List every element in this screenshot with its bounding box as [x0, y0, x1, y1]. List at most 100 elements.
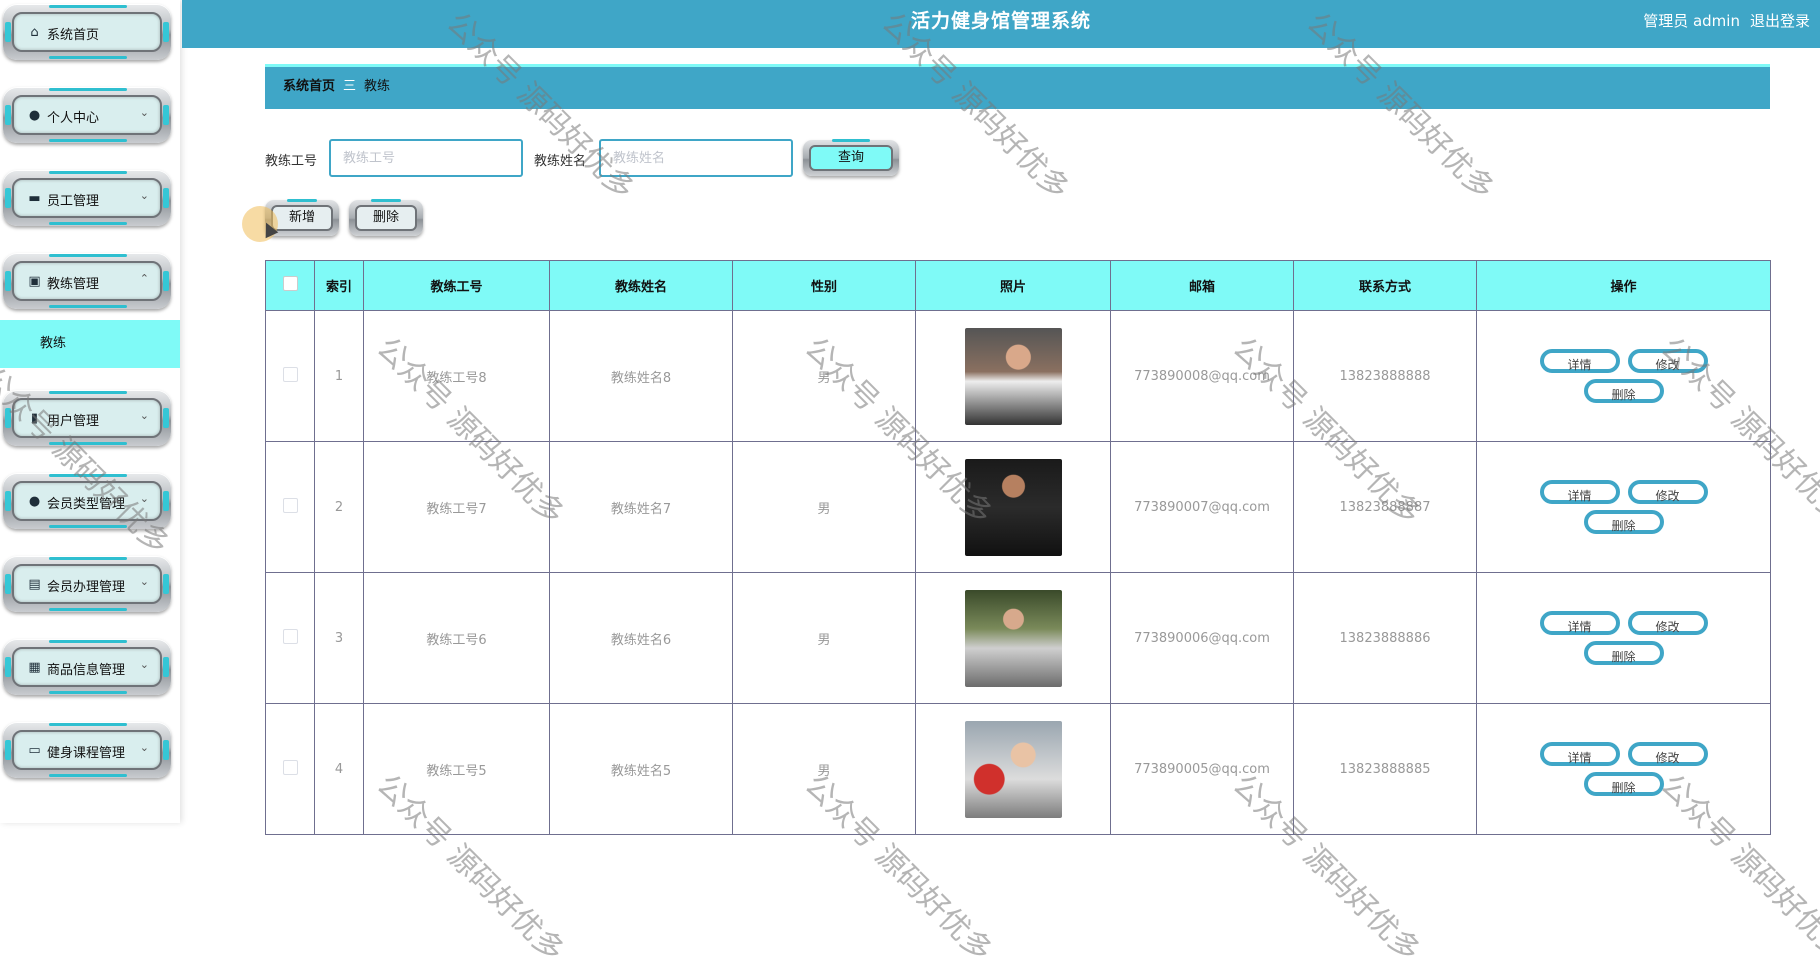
cell-actions: 详情 修改删除	[1476, 572, 1771, 704]
batch-delete-button-label: 删除	[355, 205, 417, 231]
sidebar: ⌂ 系统首页 ● 个人中心 ⌄ ▬ 员工管理 ⌄ ▣ 教练管理 ⌃ ▮ 用户管理 ⌄ ● 会员类型管理 ⌄ ▤ 会员…	[0, 0, 180, 823]
sidebar-item-label: 会员类型管理	[47, 497, 126, 512]
row-delete-button[interactable]: 删除	[1583, 772, 1664, 796]
coach-name-input[interactable]	[599, 139, 793, 177]
edit-button[interactable]: 修改	[1627, 480, 1708, 504]
row-select-cell	[265, 441, 315, 573]
sidebar-item-9[interactable]: ▭ 健身课程管理 ⌄	[3, 722, 171, 778]
col-actions: 操作	[1476, 260, 1771, 311]
row-checkbox[interactable]	[282, 366, 298, 382]
menu-bolt	[163, 740, 169, 760]
header-user-area: 管理员 admin 退出登录	[1643, 10, 1820, 31]
detail-button[interactable]: 详情	[1539, 611, 1620, 635]
detail-button[interactable]: 详情	[1539, 480, 1620, 504]
row-checkbox[interactable]	[282, 628, 298, 644]
cell-gender: 男	[732, 703, 916, 835]
sidebar-item-5[interactable]: ▮ 用户管理 ⌄	[3, 390, 171, 446]
edit-button[interactable]: 修改	[1627, 349, 1708, 373]
sidebar-item-7[interactable]: ▤ 会员办理管理 ⌄	[3, 556, 171, 612]
col-index: 索引	[314, 260, 364, 311]
chevron-icon: ⌃	[139, 272, 149, 285]
cell-actions: 详情 修改删除	[1476, 703, 1771, 835]
menu-bolt	[5, 408, 11, 428]
chevron-icon: ⌄	[139, 409, 149, 422]
breadcrumb-current: 教练	[364, 79, 391, 94]
cell-photo	[915, 310, 1111, 442]
coach-photo[interactable]	[964, 458, 1062, 556]
user-icon: ●	[28, 108, 41, 123]
logout-link[interactable]: 退出登录	[1750, 12, 1810, 30]
menu-bolt	[5, 740, 11, 760]
cell-coach-name: 教练姓名6	[549, 572, 733, 704]
coach-photo[interactable]	[964, 720, 1062, 818]
coach-code-input[interactable]	[329, 139, 523, 177]
sidebar-item-4[interactable]: ▣ 教练管理 ⌃	[3, 253, 171, 309]
edit-button[interactable]: 修改	[1627, 742, 1708, 766]
table-row: 1 教练工号8 教练姓名8 男 773890008@qq.com 13823888888 详…	[265, 310, 1771, 442]
batch-delete-button[interactable]: 删除	[349, 199, 423, 236]
cell-coach-name: 教练姓名5	[549, 703, 733, 835]
query-button[interactable]: 查询	[803, 139, 899, 176]
menu-accent	[49, 691, 127, 694]
menu-bolt	[5, 22, 11, 42]
menu-bolt	[163, 22, 169, 42]
cell-index: 4	[314, 703, 364, 835]
row-checkbox[interactable]	[282, 497, 298, 513]
coach-code-label: 教练工号	[265, 154, 318, 169]
user-icon: ●	[28, 494, 41, 509]
row-select-cell	[265, 310, 315, 442]
coach-table: 索引 教练工号 教练姓名 性别 照片 邮箱 联系方式 操作 1 教练工号8 教练姓名…	[265, 260, 1771, 835]
detail-button[interactable]: 详情	[1539, 742, 1620, 766]
detail-button[interactable]: 详情	[1539, 349, 1620, 373]
cell-gender: 男	[732, 572, 916, 704]
row-select-cell	[265, 703, 315, 835]
menu-bolt	[163, 188, 169, 208]
cell-photo	[915, 572, 1111, 704]
sidebar-item-6[interactable]: ● 会员类型管理 ⌄	[3, 473, 171, 529]
sidebar-item-1[interactable]: ⌂ 系统首页	[3, 4, 171, 60]
menu-bolt	[163, 271, 169, 291]
menu-accent	[49, 254, 127, 257]
chevron-icon: ⌄	[139, 106, 149, 119]
row-delete-button[interactable]: 删除	[1583, 510, 1664, 534]
row-delete-button[interactable]: 删除	[1583, 641, 1664, 665]
sidebar-item-2[interactable]: ● 个人中心 ⌄	[3, 87, 171, 143]
menu-accent	[49, 222, 127, 225]
coach-photo[interactable]	[964, 589, 1062, 687]
col-phone: 联系方式	[1293, 260, 1477, 311]
sidebar-item-label: 商品信息管理	[47, 663, 126, 678]
col-coach-name: 教练姓名	[549, 260, 733, 311]
sidebar-item-8[interactable]: ▦ 商品信息管理 ⌄	[3, 639, 171, 695]
menu-accent	[49, 391, 127, 394]
add-button-label: 新增	[271, 205, 333, 231]
row-select-cell	[265, 572, 315, 704]
select-all-checkbox[interactable]	[282, 276, 298, 291]
col-coach-code: 教练工号	[363, 260, 550, 311]
bar-chart-icon: ▮	[30, 411, 39, 426]
breadcrumb-home[interactable]: 系统首页	[283, 79, 335, 94]
menu-accent	[49, 525, 127, 528]
submenu-item-coach[interactable]: 教练	[0, 320, 180, 368]
menu-bolt	[5, 491, 11, 511]
menu-accent	[49, 5, 127, 8]
table-row: 3 教练工号6 教练姓名6 男 773890006@qq.com 13823888886 详…	[265, 572, 1771, 704]
menu-accent	[49, 474, 127, 477]
cell-coach-code: 教练工号6	[363, 572, 550, 704]
menu-bolt	[163, 657, 169, 677]
cell-email: 773890006@qq.com	[1110, 572, 1294, 704]
edit-button[interactable]: 修改	[1627, 611, 1708, 635]
col-gender: 性别	[732, 260, 916, 311]
menu-accent	[49, 557, 127, 560]
menu-accent	[49, 608, 127, 611]
sidebar-item-label: 员工管理	[47, 194, 100, 209]
row-checkbox[interactable]	[282, 759, 298, 775]
cell-coach-code: 教练工号7	[363, 441, 550, 573]
sidebar-item-3[interactable]: ▬ 员工管理 ⌄	[3, 170, 171, 226]
row-delete-button[interactable]: 删除	[1583, 379, 1664, 403]
coach-photo[interactable]	[964, 327, 1062, 425]
cell-actions: 详情 修改删除	[1476, 310, 1771, 442]
cell-index: 3	[314, 572, 364, 704]
coach-name-label: 教练姓名	[534, 154, 587, 169]
menu-accent	[49, 774, 127, 777]
sidebar-item-label: 健身课程管理	[47, 746, 126, 761]
